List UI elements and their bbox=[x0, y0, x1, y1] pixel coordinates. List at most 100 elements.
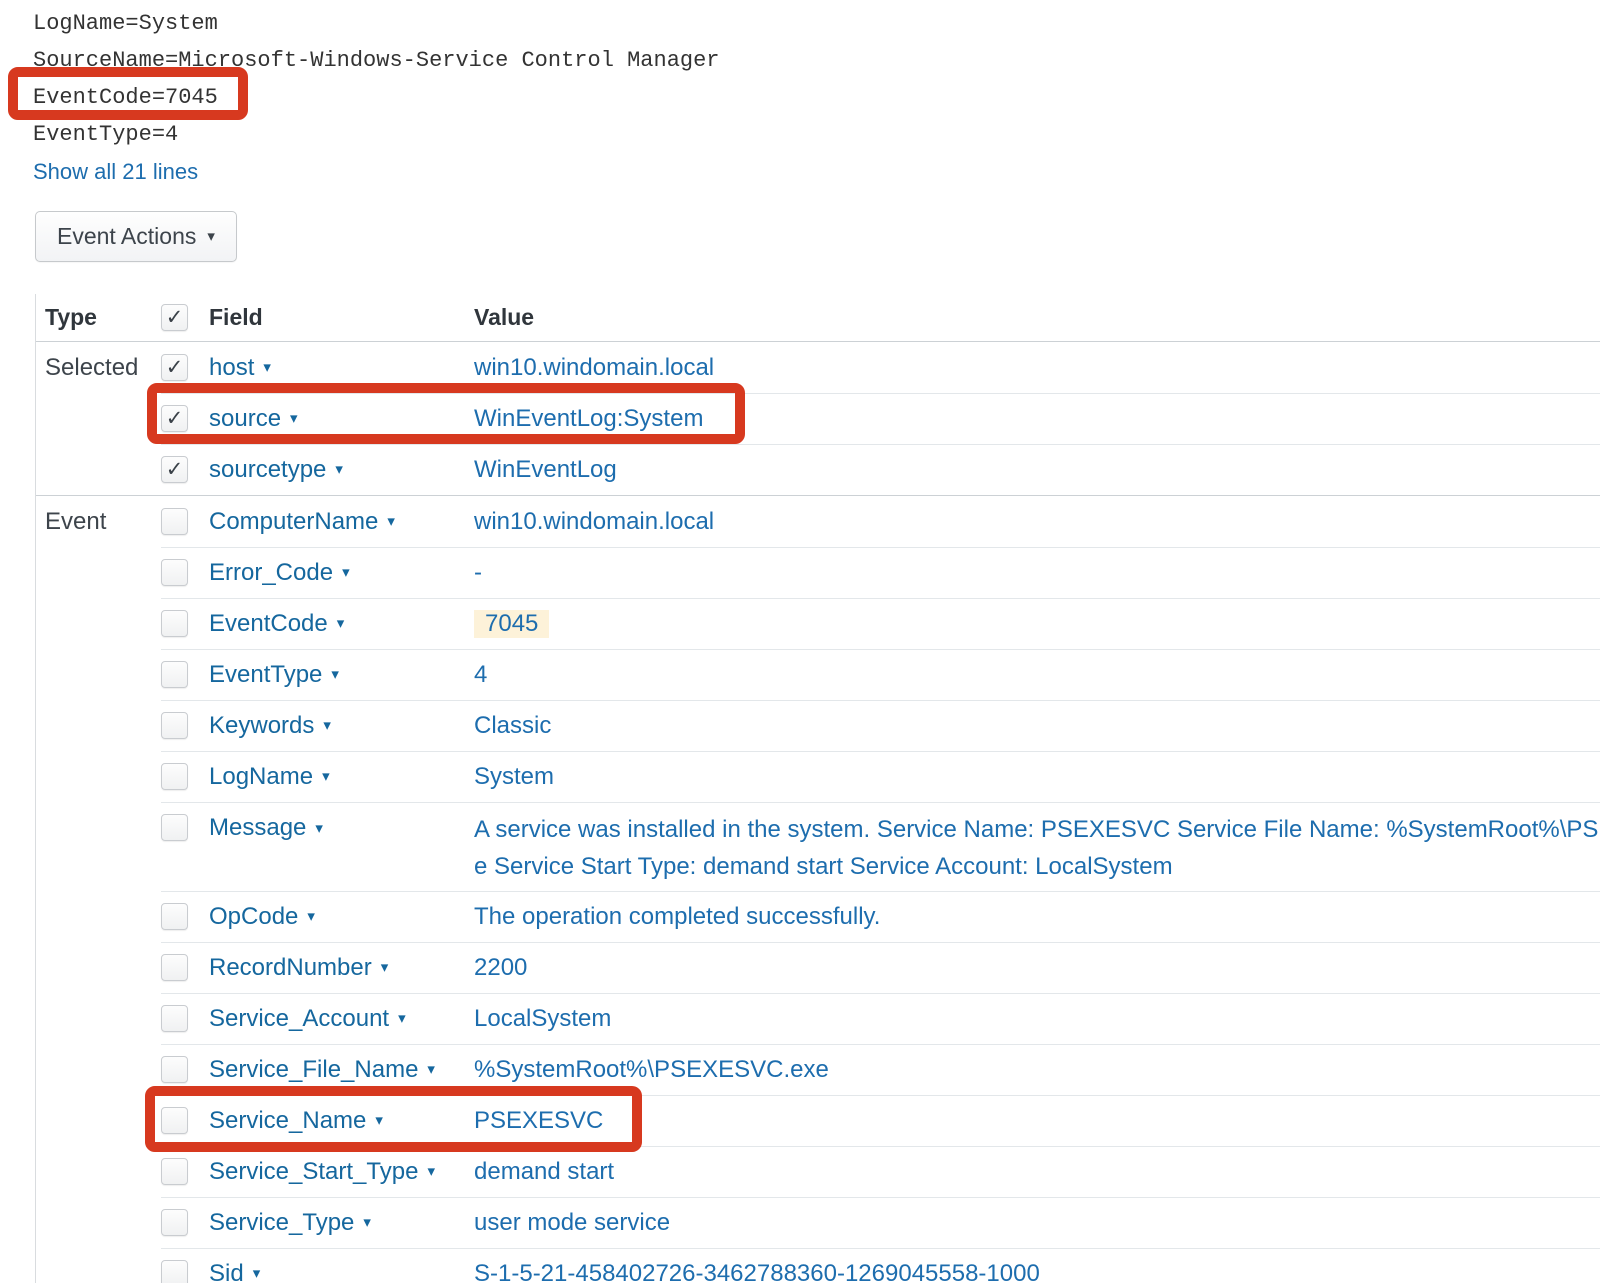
raw-line-sourcename: SourceName=Microsoft-Windows-Service Con… bbox=[33, 42, 720, 79]
fields-table-header: Type ✓ Field Value bbox=[36, 294, 1600, 342]
checkbox-service-start-type[interactable] bbox=[161, 1158, 188, 1185]
field-row-eventtype: EventType▾ 4 bbox=[36, 649, 1600, 700]
field-name-service-type[interactable]: Service_Type▾ bbox=[209, 1209, 371, 1237]
field-row-host: Selected✓host▾win10.windomain.local bbox=[36, 342, 1600, 393]
checkbox-opcode[interactable] bbox=[161, 903, 188, 930]
field-name-service-name[interactable]: Service_Name ▾ bbox=[209, 1107, 383, 1135]
field-value-service-account[interactable]: LocalSystem bbox=[474, 1005, 611, 1032]
field-name-error-code[interactable]: Error_Code▾ bbox=[209, 559, 350, 587]
event-actions-label: Event Actions bbox=[57, 223, 196, 250]
field-name-label: Error_Code bbox=[209, 559, 333, 587]
field-name-opcode[interactable]: OpCode▾ bbox=[209, 903, 315, 931]
field-row-error-code: Error_Code▾ - bbox=[36, 547, 1600, 598]
checkmark-icon: ✓ bbox=[166, 357, 184, 378]
raw-line-logname: LogName=System bbox=[33, 5, 720, 42]
field-value-message-line-2[interactable]: e Service Start Type: demand start Servi… bbox=[474, 848, 1600, 885]
field-row-keywords: Keywords▾ Classic bbox=[36, 700, 1600, 751]
header-value: Value bbox=[474, 304, 1600, 331]
field-value-keywords[interactable]: Classic bbox=[474, 712, 551, 739]
field-name-label: source bbox=[209, 405, 281, 433]
field-row-source: ✓ source ▾ WinEventLog:System bbox=[36, 393, 1600, 444]
select-all-checkbox[interactable]: ✓ bbox=[161, 304, 188, 331]
checkbox-eventcode[interactable] bbox=[161, 610, 188, 637]
field-value-error-code[interactable]: - bbox=[474, 559, 482, 586]
caret-down-icon: ▾ bbox=[263, 360, 271, 375]
field-name-label: Service_Type bbox=[209, 1209, 354, 1237]
field-name-eventtype[interactable]: EventType▾ bbox=[209, 661, 339, 689]
field-row-service-name: Service_Name ▾ PSEXESVC bbox=[36, 1095, 1600, 1146]
checkbox-sourcetype[interactable]: ✓ bbox=[161, 456, 188, 483]
checkmark-icon: ✓ bbox=[166, 408, 184, 429]
caret-down-icon: ▾ bbox=[253, 1266, 261, 1281]
checkbox-recordnumber[interactable] bbox=[161, 954, 188, 981]
checkbox-keywords[interactable] bbox=[161, 712, 188, 739]
field-name-label: EventCode bbox=[209, 610, 328, 638]
checkbox-eventtype[interactable] bbox=[161, 661, 188, 688]
field-row-opcode: OpCode▾ The operation completed successfu… bbox=[36, 891, 1600, 942]
checkbox-sid[interactable] bbox=[161, 1260, 188, 1283]
field-value-sid[interactable]: S-1-5-21-458402726-3462788360-1269045558… bbox=[474, 1260, 1040, 1283]
field-name-label: ComputerName bbox=[209, 508, 378, 536]
caret-down-icon: ▾ bbox=[387, 514, 395, 529]
caret-down-icon: ▾ bbox=[290, 411, 298, 426]
field-value-sourcetype[interactable]: WinEventLog bbox=[474, 456, 617, 483]
field-value-recordnumber[interactable]: 2200 bbox=[474, 954, 527, 981]
field-name-sourcetype[interactable]: sourcetype▾ bbox=[209, 456, 343, 484]
field-value-service-file-name[interactable]: %SystemRoot%\PSEXESVC.exe bbox=[474, 1056, 829, 1083]
field-value-eventcode[interactable]: 7045 bbox=[474, 610, 549, 638]
field-name-label: RecordNumber bbox=[209, 954, 372, 982]
field-name-label: host bbox=[209, 354, 254, 382]
checkbox-source[interactable]: ✓ bbox=[161, 405, 188, 432]
field-name-label: Service_Name bbox=[209, 1107, 366, 1135]
field-name-recordnumber[interactable]: RecordNumber ▾ bbox=[209, 954, 388, 982]
field-name-keywords[interactable]: Keywords▾ bbox=[209, 712, 331, 740]
field-value-computername[interactable]: win10.windomain.local bbox=[474, 508, 714, 535]
field-value-message-line-1[interactable]: A service was installed in the system. S… bbox=[474, 811, 1600, 848]
caret-down-icon: ▾ bbox=[427, 1062, 435, 1077]
field-name-service-account[interactable]: Service_Account▾ bbox=[209, 1005, 406, 1033]
checkbox-service-account[interactable] bbox=[161, 1005, 188, 1032]
caret-down-icon: ▾ bbox=[375, 1113, 383, 1128]
field-name-label: Message bbox=[209, 814, 306, 842]
caret-down-icon: ▾ bbox=[427, 1164, 435, 1179]
checkbox-computername[interactable] bbox=[161, 508, 188, 535]
checkbox-service-file-name[interactable] bbox=[161, 1056, 188, 1083]
field-value-eventtype[interactable]: 4 bbox=[474, 661, 487, 688]
field-name-eventcode[interactable]: EventCode▾ bbox=[209, 610, 344, 638]
field-name-host[interactable]: host ▾ bbox=[209, 354, 271, 382]
field-value-service-name[interactable]: PSEXESVC bbox=[474, 1107, 603, 1134]
caret-down-icon: ▾ bbox=[322, 769, 330, 784]
field-name-service-file-name[interactable]: Service_File_Name ▾ bbox=[209, 1056, 435, 1084]
checkbox-message[interactable] bbox=[161, 814, 188, 841]
field-value-source[interactable]: WinEventLog:System bbox=[474, 405, 703, 432]
field-group-event: EventComputerName▾win10.windomain.localE… bbox=[36, 495, 1600, 1283]
field-value-logname[interactable]: System bbox=[474, 763, 554, 790]
checkbox-logname[interactable] bbox=[161, 763, 188, 790]
caret-down-icon: ▾ bbox=[381, 960, 389, 975]
field-value-service-start-type[interactable]: demand start bbox=[474, 1158, 614, 1185]
field-value-service-type[interactable]: user mode service bbox=[474, 1209, 670, 1236]
field-name-sid[interactable]: Sid ▾ bbox=[209, 1260, 260, 1283]
field-name-label: Sid bbox=[209, 1260, 244, 1283]
field-name-source[interactable]: source ▾ bbox=[209, 405, 298, 433]
header-field: Field bbox=[209, 304, 474, 331]
event-actions-button[interactable]: Event Actions ▾ bbox=[35, 211, 237, 262]
field-value-host[interactable]: win10.windomain.local bbox=[474, 354, 714, 381]
header-type: Type bbox=[36, 304, 161, 331]
field-name-logname[interactable]: LogName▾ bbox=[209, 763, 330, 791]
field-name-label: OpCode bbox=[209, 903, 298, 931]
checkbox-host[interactable]: ✓ bbox=[161, 354, 188, 381]
checkbox-service-name[interactable] bbox=[161, 1107, 188, 1134]
field-name-computername[interactable]: ComputerName ▾ bbox=[209, 508, 395, 536]
field-row-service-file-name: Service_File_Name ▾ %SystemRoot%\PSEXESVC.… bbox=[36, 1044, 1600, 1095]
field-name-message[interactable]: Message▾ bbox=[209, 814, 323, 842]
checkbox-error-code[interactable] bbox=[161, 559, 188, 586]
show-all-lines-link[interactable]: Show all 21 lines bbox=[33, 153, 198, 190]
checkbox-service-type[interactable] bbox=[161, 1209, 188, 1236]
checkmark-icon: ✓ bbox=[166, 307, 184, 328]
field-value-opcode[interactable]: The operation completed successfully. bbox=[474, 903, 880, 930]
field-name-label: Service_File_Name bbox=[209, 1056, 418, 1084]
field-row-eventcode: EventCode▾ 7045 bbox=[36, 598, 1600, 649]
field-name-service-start-type[interactable]: Service_Start_Type▾ bbox=[209, 1158, 435, 1186]
raw-line-eventcode: EventCode=7045 bbox=[33, 79, 720, 116]
